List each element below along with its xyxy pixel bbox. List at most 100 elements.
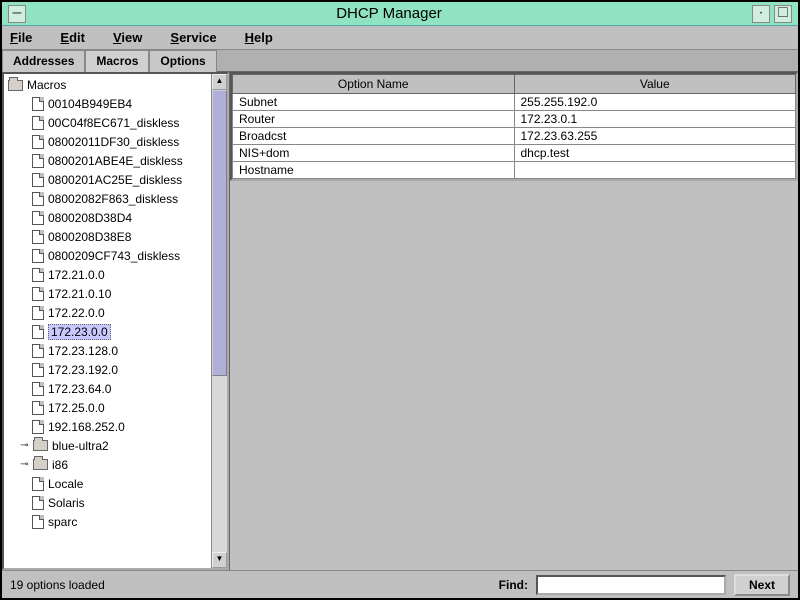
tree-item[interactable]: sparc (4, 512, 211, 531)
tree-item[interactable]: 0800201AC25E_diskless (4, 170, 211, 189)
tree-item[interactable]: 0800209CF743_diskless (4, 246, 211, 265)
tree-item-label: 08002082F863_diskless (48, 192, 178, 206)
document-icon (32, 344, 44, 358)
folder-icon (33, 459, 48, 470)
table-row[interactable]: Router172.23.0.1 (233, 111, 796, 128)
options-pane: Option Name Value Subnet255.255.192.0Rou… (230, 72, 798, 570)
tree-item[interactable]: 172.23.192.0 (4, 360, 211, 379)
title-bar: – DHCP Manager · □ (2, 2, 798, 26)
document-icon (32, 249, 44, 263)
document-icon (32, 154, 44, 168)
tree-item[interactable]: 00104B949EB4 (4, 94, 211, 113)
tree-item-label: 0800201ABE4E_diskless (48, 154, 183, 168)
tree-item[interactable]: 172.22.0.0 (4, 303, 211, 322)
tree-item-label: 0800209CF743_diskless (48, 249, 180, 263)
tree-item[interactable]: 0800208D38D4 (4, 208, 211, 227)
tree-item-label: 172.23.64.0 (48, 382, 111, 396)
document-icon (32, 306, 44, 320)
tree-item-label: i86 (52, 458, 68, 472)
find-input[interactable] (536, 575, 726, 595)
maximize-button[interactable]: □ (774, 5, 792, 23)
tree-item[interactable]: 0800201ABE4E_diskless (4, 151, 211, 170)
tree-item-label: 172.21.0.10 (48, 287, 111, 301)
cell-option-name: Hostname (233, 162, 515, 179)
window-title: DHCP Manager (32, 5, 746, 22)
table-row[interactable]: Broadcst172.23.63.255 (233, 128, 796, 145)
options-table: Option Name Value Subnet255.255.192.0Rou… (232, 74, 796, 179)
menu-edit[interactable]: Edit (60, 30, 85, 45)
tree-item[interactable]: 172.23.64.0 (4, 379, 211, 398)
tree-item[interactable]: 172.21.0.0 (4, 265, 211, 284)
tree-item-label: 172.25.0.0 (48, 401, 105, 415)
cell-value (514, 162, 796, 179)
table-row[interactable]: NIS+domdhcp.test (233, 145, 796, 162)
table-row[interactable]: Hostname (233, 162, 796, 179)
tree-item-label: 08002011DF30_diskless (48, 135, 179, 149)
document-icon (32, 135, 44, 149)
expand-toggle-icon[interactable]: ⊸ (20, 441, 29, 450)
document-icon (32, 173, 44, 187)
col-value[interactable]: Value (514, 75, 796, 94)
document-icon (32, 97, 44, 111)
document-icon (32, 211, 44, 225)
tree-item[interactable]: 192.168.252.0 (4, 417, 211, 436)
tree-item[interactable]: 172.21.0.10 (4, 284, 211, 303)
tree-item[interactable]: 172.25.0.0 (4, 398, 211, 417)
tree-scrollbar[interactable]: ▲ ▼ (211, 74, 227, 568)
tree-item-label: 00104B949EB4 (48, 97, 132, 111)
tree-root[interactable]: Macros (4, 76, 211, 94)
tree-item-label: 00C04f8EC671_diskless (48, 116, 179, 130)
tree-item[interactable]: 00C04f8EC671_diskless (4, 113, 211, 132)
scroll-down-button[interactable]: ▼ (212, 552, 227, 568)
scroll-up-button[interactable]: ▲ (212, 74, 227, 90)
minimize-button[interactable]: · (752, 5, 770, 23)
cell-value: 255.255.192.0 (514, 94, 796, 111)
app-window: – DHCP Manager · □ File Edit View Servic… (0, 0, 800, 600)
macros-tree-pane: Macros 00104B949EB4 00C04f8EC671_diskless… (2, 72, 230, 570)
macros-tree[interactable]: Macros 00104B949EB4 00C04f8EC671_diskless… (4, 74, 211, 568)
tree-item[interactable]: 172.23.0.0 (4, 322, 211, 341)
tree-item-label: 172.23.0.0 (48, 324, 111, 340)
tree-item[interactable]: Locale (4, 474, 211, 493)
tree-item-label: Locale (48, 477, 83, 491)
tree-item-label: 172.23.192.0 (48, 363, 118, 377)
window-menu-button[interactable]: – (8, 5, 26, 23)
cell-value: 172.23.0.1 (514, 111, 796, 128)
menu-file[interactable]: File (10, 30, 32, 45)
scroll-thumb[interactable] (212, 90, 227, 376)
tree-item-label: Solaris (48, 496, 85, 510)
menu-service[interactable]: Service (170, 30, 216, 45)
content-area: Macros 00104B949EB4 00C04f8EC671_diskless… (2, 72, 798, 570)
tree-item-label: 0800201AC25E_diskless (48, 173, 182, 187)
tree-item-label: 172.21.0.0 (48, 268, 105, 282)
document-icon (32, 230, 44, 244)
tab-macros[interactable]: Macros (85, 50, 149, 72)
document-icon (32, 325, 44, 339)
tree-item[interactable]: ⊸ blue-ultra2 (4, 436, 211, 455)
document-icon (32, 401, 44, 415)
tab-bar: Addresses Macros Options (2, 50, 798, 72)
tree-item-label: blue-ultra2 (52, 439, 109, 453)
tab-options[interactable]: Options (149, 50, 216, 72)
tree-item[interactable]: 0800208D38E8 (4, 227, 211, 246)
col-option-name[interactable]: Option Name (233, 75, 515, 94)
menu-help[interactable]: Help (245, 30, 273, 45)
document-icon (32, 515, 44, 529)
expand-toggle-icon[interactable]: ⊸ (20, 460, 29, 469)
tree-item-label: 172.22.0.0 (48, 306, 105, 320)
document-icon (32, 363, 44, 377)
scroll-track[interactable] (212, 90, 227, 552)
table-row[interactable]: Subnet255.255.192.0 (233, 94, 796, 111)
tree-item[interactable]: 08002011DF30_diskless (4, 132, 211, 151)
tab-addresses[interactable]: Addresses (2, 50, 85, 72)
tree-item[interactable]: ⊸ i86 (4, 455, 211, 474)
tree-item[interactable]: 172.23.128.0 (4, 341, 211, 360)
tree-item[interactable]: Solaris (4, 493, 211, 512)
next-button[interactable]: Next (734, 574, 790, 596)
document-icon (32, 477, 44, 491)
menu-view[interactable]: View (113, 30, 142, 45)
menu-bar: File Edit View Service Help (2, 26, 798, 50)
tree-item-label: 0800208D38E8 (48, 230, 131, 244)
tree-item[interactable]: 08002082F863_diskless (4, 189, 211, 208)
document-icon (32, 382, 44, 396)
